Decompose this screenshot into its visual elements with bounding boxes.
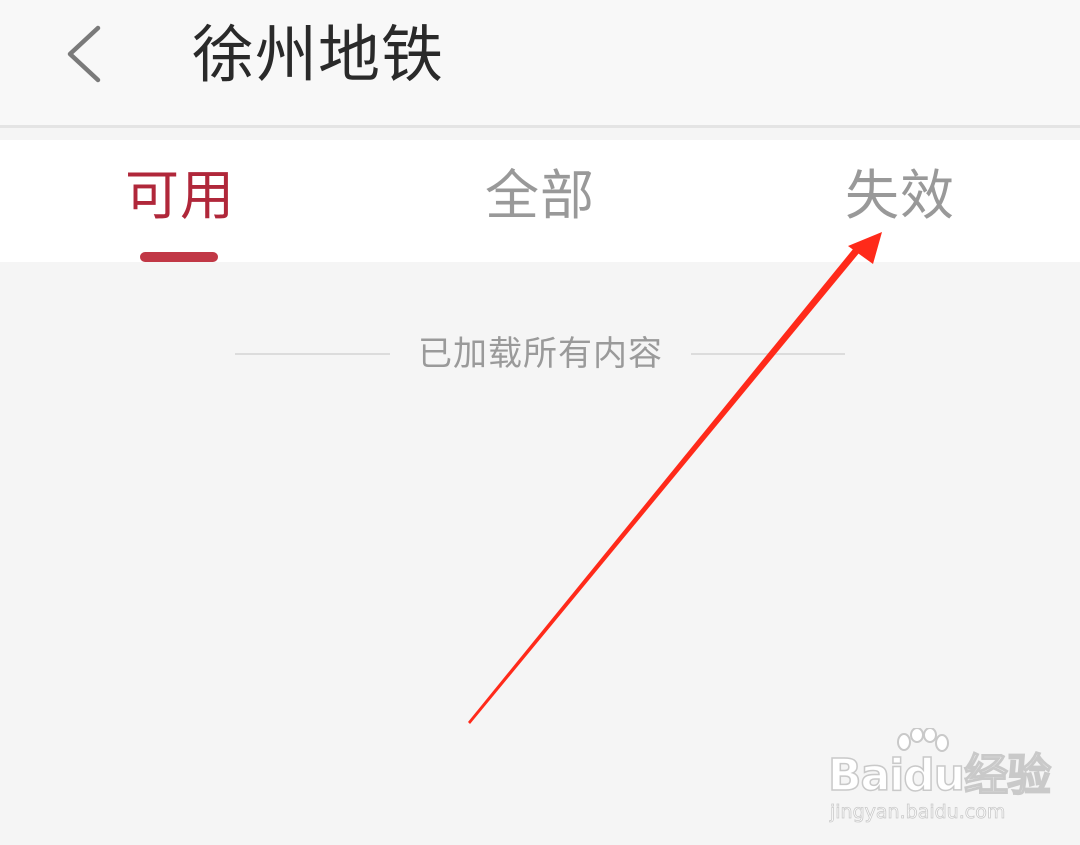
watermark-url: jingyan.baidu.com (830, 801, 1006, 824)
app-header: 徐州地铁 (0, 0, 1080, 128)
divider-line-left (235, 353, 390, 355)
arrow-shaft (468, 243, 864, 724)
tab-expired-label: 失效 (845, 164, 955, 227)
tab-active-indicator (140, 252, 218, 262)
paw-icon (897, 728, 949, 752)
back-button[interactable] (58, 18, 118, 90)
divider-line-right (691, 353, 845, 355)
watermark-brand: Baidu经验 (827, 749, 1052, 802)
tab-available-label: 可用 (125, 164, 235, 227)
tab-all-label: 全部 (485, 164, 595, 227)
end-of-list-text: 已加载所有内容 (418, 334, 663, 374)
tab-expired[interactable]: 失效 (720, 140, 1080, 262)
baidu-watermark: Baidu经验 jingyan.baidu.com (827, 728, 1052, 828)
page-title: 徐州地铁 (192, 18, 445, 91)
tab-bar: 可用 全部 失效 (0, 140, 1080, 262)
end-of-list-indicator: 已加载所有内容 (235, 334, 845, 374)
tab-available[interactable]: 可用 (0, 140, 360, 262)
tab-all[interactable]: 全部 (360, 140, 720, 262)
chevron-left-icon (67, 25, 101, 83)
